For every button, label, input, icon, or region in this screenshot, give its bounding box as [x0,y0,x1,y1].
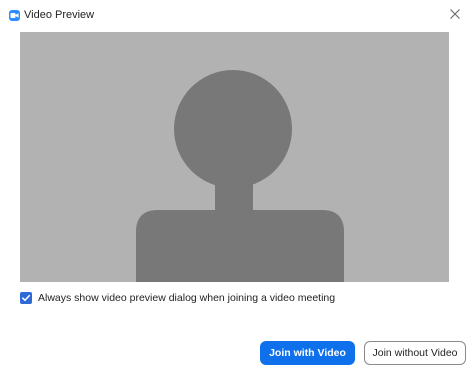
zoom-video-icon [9,10,20,21]
join-without-video-button[interactable]: Join without Video [364,341,466,365]
avatar-head [174,70,292,188]
join-with-video-button[interactable]: Join with Video [260,341,355,365]
checkmark-icon [22,294,31,302]
title-bar: Video Preview [0,0,469,30]
video-preview-area [20,32,449,282]
always-show-preview-option[interactable]: Always show video preview dialog when jo… [20,291,335,305]
avatar-neck [215,174,253,214]
video-preview-dialog: Video Preview Always show video preview … [0,0,469,365]
always-show-preview-checkbox[interactable] [20,292,32,304]
avatar-silhouette [136,70,344,282]
close-icon[interactable] [447,6,463,22]
avatar-body [136,210,344,282]
window-title: Video Preview [24,9,95,21]
always-show-preview-label[interactable]: Always show video preview dialog when jo… [38,292,335,304]
